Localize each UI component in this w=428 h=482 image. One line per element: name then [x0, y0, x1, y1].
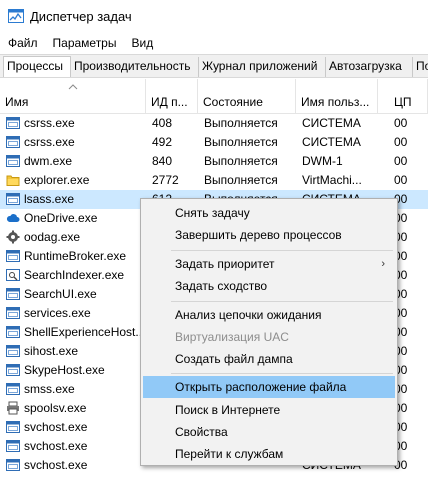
menu-separator: [171, 301, 393, 302]
gear-icon: [6, 230, 20, 244]
table-row[interactable]: dwm.exe 840 Выполняется DWM-1 00: [0, 152, 428, 171]
process-name: csrss.exe: [24, 116, 75, 130]
window-icon: [6, 382, 20, 396]
tab-app-history[interactable]: Журнал приложений: [199, 57, 326, 77]
menu-item-set-priority[interactable]: Задать приоритет ›: [143, 253, 395, 275]
process-state: Выполняется: [204, 135, 278, 149]
task-manager-icon: [8, 9, 24, 23]
menu-separator: [171, 373, 393, 374]
tab-startup[interactable]: Автозагрузка: [326, 57, 413, 77]
menu-bar: Файл Параметры Вид: [0, 32, 428, 54]
process-name: csrss.exe: [24, 135, 75, 149]
process-name: svchost.exe: [24, 439, 88, 453]
tab-users[interactable]: По: [413, 57, 428, 77]
process-name: RuntimeBroker.exe: [24, 249, 127, 263]
process-name: SearchIndexer.exe: [24, 268, 125, 282]
window-icon: [6, 420, 20, 434]
table-row[interactable]: explorer.exe 2772 Выполняется VirtMachi... 0…: [0, 171, 428, 190]
menu-item-set-affinity[interactable]: Задать сходство: [143, 275, 395, 297]
menu-view[interactable]: Вид: [123, 36, 160, 50]
title-bar[interactable]: Диспетчер задач: [0, 0, 428, 32]
process-cpu: 00: [394, 116, 408, 130]
process-name: dwm.exe: [24, 154, 73, 168]
process-name: SearchUI.exe: [24, 287, 97, 301]
column-header-pid[interactable]: ИД п...: [146, 79, 198, 114]
menu-item-search-online[interactable]: Поиск в Интернете: [143, 399, 395, 421]
process-name: SkypeHost.exe: [24, 363, 105, 377]
menu-item-end-task[interactable]: Снять задачу: [143, 202, 395, 224]
menu-item-go-to-services[interactable]: Перейти к службам: [143, 443, 395, 465]
window-icon: [6, 458, 20, 472]
menu-item-uac-virtualization: Виртуализация UAC: [175, 330, 289, 344]
process-name: sihost.exe: [24, 344, 79, 358]
process-name: OneDrive.exe: [24, 211, 98, 225]
window-title: Диспетчер задач: [30, 8, 132, 24]
submenu-arrow-icon: ›: [381, 258, 385, 270]
process-name: svchost.exe: [24, 458, 88, 472]
process-user: СИСТЕМА: [302, 135, 361, 149]
column-header-user[interactable]: Имя польз...: [296, 79, 378, 114]
window-icon: [6, 344, 20, 358]
process-user: VirtMachi...: [302, 173, 362, 187]
process-pid: 840: [152, 154, 173, 168]
process-cpu: 00: [394, 173, 408, 187]
menu-item-properties[interactable]: Свойства: [143, 421, 395, 443]
menu-item-analyze-wait-chain[interactable]: Анализ цепочки ожидания: [143, 304, 395, 326]
column-header-name[interactable]: Имя: [0, 79, 146, 114]
window-icon: [6, 135, 20, 149]
window-icon: [6, 439, 20, 453]
column-header-cpu[interactable]: ЦП: [378, 79, 428, 114]
menu-separator: [171, 250, 393, 251]
table-row[interactable]: csrss.exe 408 Выполняется СИСТЕМА 00: [0, 114, 428, 133]
cloud-icon: [6, 211, 20, 225]
folder-icon: [6, 173, 20, 187]
process-state: Выполняется: [204, 154, 278, 168]
window-icon: [6, 325, 20, 339]
window-icon: [6, 249, 20, 263]
process-name: oodag.exe: [24, 230, 81, 244]
process-pid: 408: [152, 116, 173, 130]
menu-file[interactable]: Файл: [0, 36, 45, 50]
tab-performance[interactable]: Производительность: [71, 57, 199, 77]
window-icon: [6, 306, 20, 320]
printer-icon: [6, 401, 20, 415]
column-header-row: Имя ИД п... Состояние Имя польз... ЦП: [0, 79, 428, 114]
window-icon: [6, 192, 20, 206]
process-name: smss.exe: [24, 382, 75, 396]
table-row[interactable]: csrss.exe 492 Выполняется СИСТЕМА 00: [0, 133, 428, 152]
window-icon: [6, 363, 20, 377]
menu-options[interactable]: Параметры: [45, 36, 124, 50]
process-cpu: 00: [394, 154, 408, 168]
menu-item-set-priority-label: Задать приоритет: [175, 257, 275, 271]
menu-item-end-process-tree[interactable]: Завершить дерево процессов: [143, 224, 395, 246]
process-user: DWM-1: [302, 154, 343, 168]
process-user: СИСТЕМА: [302, 116, 361, 130]
menu-item-open-file-location[interactable]: Открыть расположение файла: [143, 376, 395, 398]
process-name: services.exe: [24, 306, 91, 320]
process-name: svchost.exe: [24, 420, 88, 434]
process-state: Выполняется: [204, 173, 278, 187]
tab-processes[interactable]: Процессы: [3, 56, 71, 77]
process-pid: 2772: [152, 173, 179, 187]
process-name: explorer.exe: [24, 173, 90, 187]
process-name: ShellExperienceHost...: [24, 325, 144, 339]
process-cpu: 00: [394, 135, 408, 149]
tab-bar: Процессы Производительность Журнал прило…: [0, 54, 428, 78]
column-header-state[interactable]: Состояние: [198, 79, 296, 114]
process-pid: 492: [152, 135, 173, 149]
search-icon: [6, 268, 20, 282]
window-icon: [6, 154, 20, 168]
menu-item-create-dump-file[interactable]: Создать файл дампа: [143, 348, 395, 370]
window-icon: [6, 116, 20, 130]
context-menu: Снять задачу Завершить дерево процессов …: [140, 198, 398, 466]
process-name: spoolsv.exe: [24, 401, 87, 415]
window-icon: [6, 287, 20, 301]
process-name: lsass.exe: [24, 192, 75, 206]
process-state: Выполняется: [204, 116, 278, 130]
